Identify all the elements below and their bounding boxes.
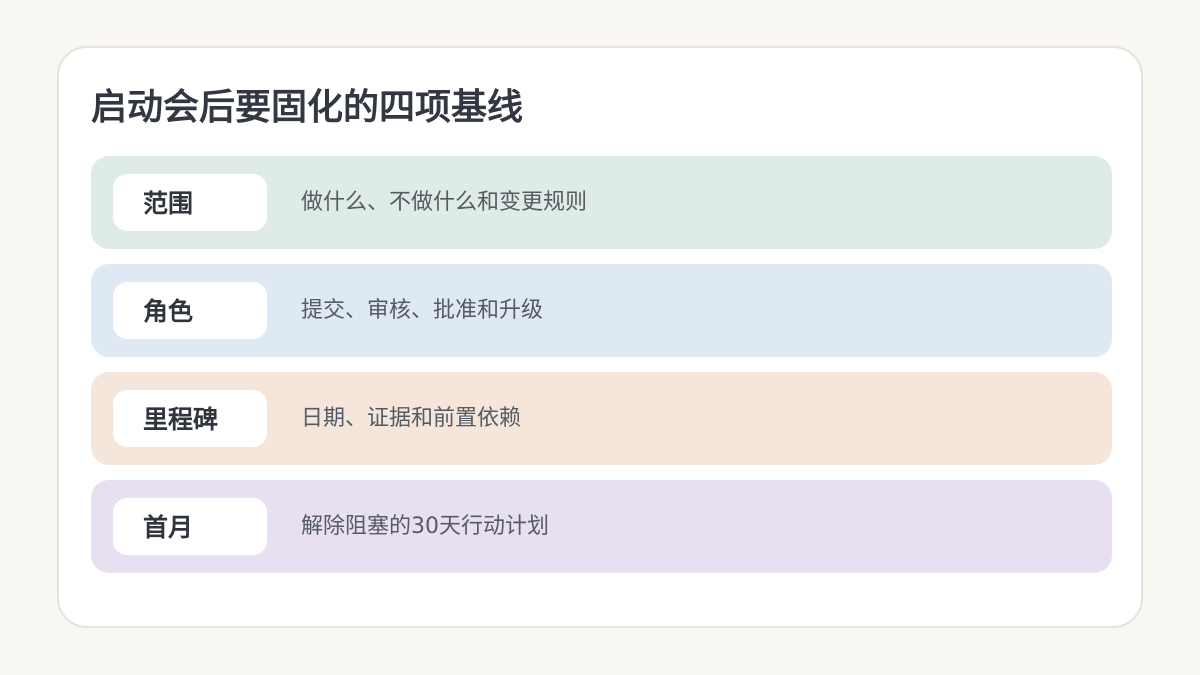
baseline-card: 启动会后要固化的四项基线 范围 做什么、不做什么和变更规则 角色 提交、审核、批… (57, 46, 1143, 628)
baseline-description: 日期、证据和前置依赖 (301, 406, 522, 431)
baseline-label: 里程碑 (113, 390, 267, 447)
baseline-row-milestones: 里程碑 日期、证据和前置依赖 (91, 372, 1112, 465)
page-title: 启动会后要固化的四项基线 (91, 87, 524, 128)
baseline-label: 角色 (113, 282, 267, 339)
baseline-label: 范围 (113, 174, 267, 231)
baseline-row-first-month: 首月 解除阻塞的30天行动计划 (91, 480, 1112, 573)
baseline-label: 首月 (113, 498, 267, 555)
baseline-description: 提交、审核、批准和升级 (301, 298, 544, 323)
baseline-description: 做什么、不做什么和变更规则 (301, 190, 588, 215)
baseline-list: 范围 做什么、不做什么和变更规则 角色 提交、审核、批准和升级 里程碑 日期、证… (91, 156, 1112, 588)
baseline-row-roles: 角色 提交、审核、批准和升级 (91, 264, 1112, 357)
baseline-row-scope: 范围 做什么、不做什么和变更规则 (91, 156, 1112, 249)
baseline-description: 解除阻塞的30天行动计划 (301, 514, 549, 539)
